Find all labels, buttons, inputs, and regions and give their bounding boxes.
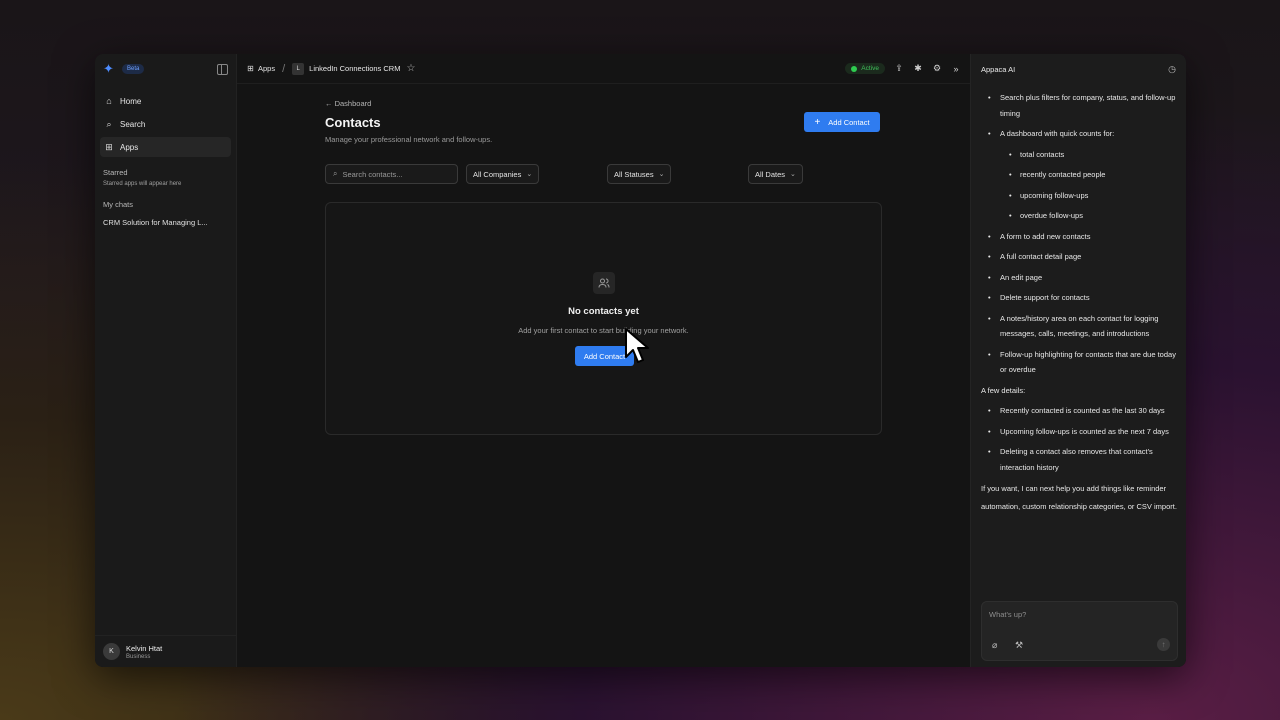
sidebar-item-search[interactable]: ⌕ Search bbox=[100, 114, 231, 134]
send-button[interactable]: ↑ bbox=[1157, 638, 1170, 651]
sidebar: ✦ Beta ⌂ Home ⌕ Search ⊞ Apps Starred St… bbox=[95, 54, 237, 667]
details-heading: A few details: bbox=[981, 385, 1026, 395]
gear-icon[interactable]: ⚙ bbox=[932, 63, 942, 74]
date-filter-select[interactable]: All Dates ⌄ bbox=[748, 164, 803, 184]
company-filter-select[interactable]: All Companies ⌄ bbox=[466, 164, 540, 184]
list-item: An edit page bbox=[981, 270, 1181, 286]
plus-icon: + bbox=[814, 116, 821, 128]
list-item: Upcoming follow-ups is counted as the ne… bbox=[981, 424, 1181, 440]
list-item: total contacts bbox=[981, 147, 1181, 163]
empty-state-subtitle: Add your first contact to start building… bbox=[518, 326, 689, 335]
chevron-down-icon: ⌄ bbox=[526, 171, 533, 178]
breadcrumb-separator: / bbox=[282, 62, 286, 75]
main-content: ← Dashboard Contacts Manage your profess… bbox=[237, 84, 970, 667]
sidebar-item-apps[interactable]: ⊞ Apps bbox=[100, 137, 231, 157]
list-item: A full contact detail page bbox=[981, 249, 1181, 265]
search-contacts-field[interactable]: ⌕ bbox=[325, 164, 458, 184]
history-icon[interactable]: ◷ bbox=[1168, 64, 1176, 75]
list-item: Recently contacted is counted as the las… bbox=[981, 403, 1181, 419]
top-bar: ⊞ Apps / L LinkedIn Connections CRM ☆ Ac… bbox=[237, 54, 970, 84]
assistant-panel: Appaca AI ◷ Search plus filters for comp… bbox=[970, 54, 1186, 667]
paperclip-icon[interactable]: ⌀ bbox=[992, 640, 997, 651]
chevrons-right-icon[interactable]: » bbox=[951, 64, 961, 74]
sidebar-item-label: Search bbox=[120, 119, 146, 129]
list-item: Deleting a contact also removes that con… bbox=[981, 444, 1181, 475]
home-icon: ⌂ bbox=[106, 96, 112, 106]
share-icon[interactable]: ⇪ bbox=[894, 63, 904, 74]
back-link-label: Dashboard bbox=[334, 99, 372, 108]
status-dot bbox=[851, 65, 858, 72]
collapse-sidebar-icon[interactable] bbox=[217, 63, 228, 75]
status-label: Active bbox=[861, 65, 879, 72]
user-plan: Business bbox=[126, 653, 151, 660]
app-badge: L bbox=[292, 62, 305, 75]
arrow-left-icon: ← bbox=[325, 99, 333, 108]
user-profile[interactable]: K Kelvin Htat Business bbox=[95, 635, 237, 667]
assistant-title: Appaca AI bbox=[981, 64, 1016, 74]
sidebar-item-label: Home bbox=[120, 96, 142, 106]
composer-input[interactable]: What's up? bbox=[989, 610, 1026, 619]
chat-item[interactable]: CRM Solution for Managing L... bbox=[95, 218, 236, 227]
chat-composer[interactable]: What's up? ⌀ ⚒ ↑ bbox=[981, 601, 1178, 661]
grid-icon: ⊞ bbox=[247, 64, 254, 73]
my-chats-heading: My chats bbox=[103, 200, 134, 209]
page-subtitle: Manage your professional network and fol… bbox=[325, 135, 493, 144]
list-item: Search plus filters for company, status,… bbox=[981, 90, 1181, 121]
chevron-down-icon: ⌄ bbox=[658, 171, 665, 178]
list-item: overdue follow-ups bbox=[981, 208, 1181, 224]
assistant-message: Search plus filters for company, status,… bbox=[981, 90, 1181, 520]
list-item: Follow-up highlighting for contacts that… bbox=[981, 347, 1181, 378]
list-item: A dashboard with quick counts for: bbox=[981, 126, 1181, 142]
add-contact-button[interactable]: + Add Contact bbox=[804, 112, 880, 132]
beta-badge: Beta bbox=[122, 64, 145, 74]
add-contact-label: Add Contact bbox=[828, 117, 870, 127]
list-item: A notes/history area on each contact for… bbox=[981, 311, 1181, 342]
tools-icon[interactable]: ⚒ bbox=[1015, 640, 1023, 651]
sparkle-logo-icon[interactable]: ✦ bbox=[103, 62, 117, 76]
mouse-cursor-icon bbox=[625, 328, 649, 363]
breadcrumb-apps[interactable]: ⊞ Apps bbox=[246, 64, 275, 73]
chevron-down-icon: ⌄ bbox=[790, 171, 796, 178]
sidebar-item-label: Apps bbox=[120, 142, 139, 152]
list-item: A form to add new contacts bbox=[981, 229, 1181, 245]
search-icon: ⌕ bbox=[333, 169, 338, 178]
status-badge: Active bbox=[845, 63, 885, 74]
user-name: Kelvin Htat bbox=[126, 643, 163, 653]
empty-state-title: No contacts yet bbox=[568, 306, 639, 317]
company-filter-label: All Companies bbox=[473, 169, 522, 179]
page-title: Contacts bbox=[325, 115, 381, 130]
empty-state-card: No contacts yet Add your first contact t… bbox=[325, 202, 882, 435]
star-icon[interactable]: ☆ bbox=[406, 63, 415, 74]
bug-icon[interactable]: ✱ bbox=[913, 63, 923, 74]
search-input[interactable] bbox=[342, 169, 443, 179]
starred-heading: Starred bbox=[103, 168, 128, 177]
sidebar-item-home[interactable]: ⌂ Home bbox=[100, 91, 231, 111]
status-filter-label: All Statuses bbox=[614, 169, 654, 179]
sidebar-header: ✦ Beta bbox=[95, 54, 236, 84]
date-filter-label: All Dates bbox=[755, 169, 786, 179]
search-icon: ⌕ bbox=[106, 118, 112, 129]
assistant-header: Appaca AI ◷ bbox=[971, 54, 1186, 84]
grid-icon: ⊞ bbox=[105, 141, 113, 152]
status-filter-select[interactable]: All Statuses ⌄ bbox=[607, 164, 672, 184]
avatar: K bbox=[103, 643, 120, 660]
app-title: LinkedIn Connections CRM bbox=[309, 64, 401, 73]
back-to-dashboard-link[interactable]: ← Dashboard bbox=[325, 99, 371, 108]
users-icon bbox=[593, 272, 615, 294]
list-item: Delete support for contacts bbox=[981, 290, 1181, 306]
breadcrumb-apps-label: Apps bbox=[258, 64, 276, 73]
list-item: upcoming follow-ups bbox=[981, 188, 1181, 204]
list-item: recently contacted people bbox=[981, 167, 1181, 183]
closing-text: If you want, I can next help you add thi… bbox=[981, 484, 1177, 511]
